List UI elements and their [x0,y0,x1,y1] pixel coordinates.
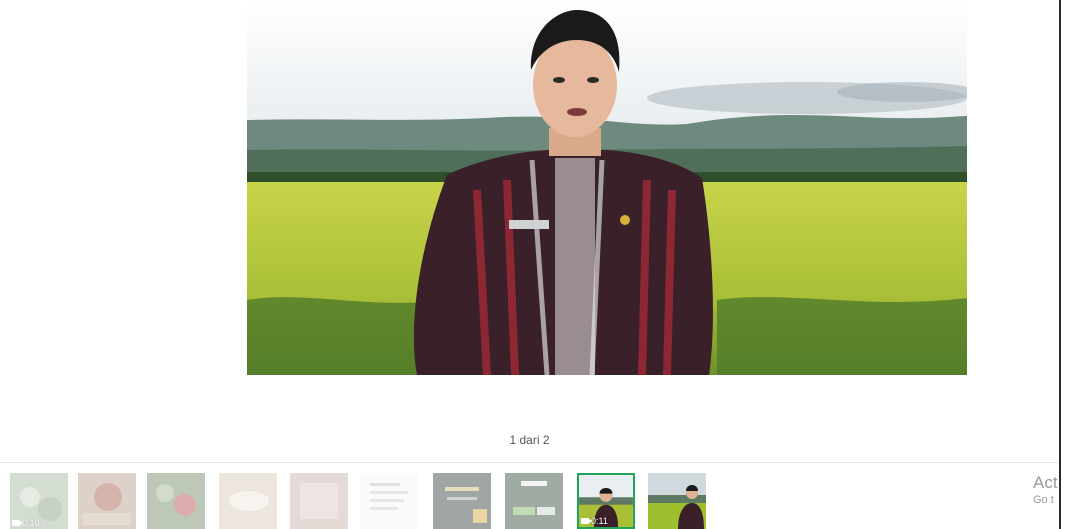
thumbnail-strip-divider [0,462,1059,463]
thumbnail-item-selected[interactable]: 0:11 [577,473,635,529]
thumbnail-item[interactable] [219,473,277,529]
thumbnail-item[interactable] [648,473,706,529]
thumbnail-item[interactable] [433,473,491,529]
thumbnail-item[interactable] [505,473,563,529]
media-viewer: 1 dari 2 0:10 0:11 Act Go t [0,0,1070,529]
windows-activation-watermark: Act Go t [1033,473,1058,507]
thumbnail-image [505,473,563,529]
thumbnail-image [433,473,491,529]
thumbnail-item[interactable] [147,473,205,529]
thumbnail-image [219,473,277,529]
video-duration-badge: 0:10 [12,518,40,528]
thumbnail-item[interactable] [360,473,418,529]
video-camera-icon [12,520,23,526]
thumbnail-image [648,473,706,529]
video-camera-icon [581,518,592,524]
window-edge [1059,0,1061,529]
video-player[interactable] [247,0,967,375]
page-indicator: 1 dari 2 [509,433,550,447]
thumbnail-item[interactable]: 0:10 [10,473,68,529]
watermark-subtitle: Go t [1033,494,1054,506]
thumbnail-image [147,473,205,529]
thumbnail-item[interactable] [290,473,348,529]
watermark-title: Act [1033,473,1058,492]
thumbnail-item[interactable] [78,473,136,529]
video-duration-badge: 0:11 [581,516,608,526]
video-frame-image [247,0,967,375]
thumbnail-image [290,473,348,529]
thumbnail-image [78,473,136,529]
thumbnail-image [360,473,418,529]
